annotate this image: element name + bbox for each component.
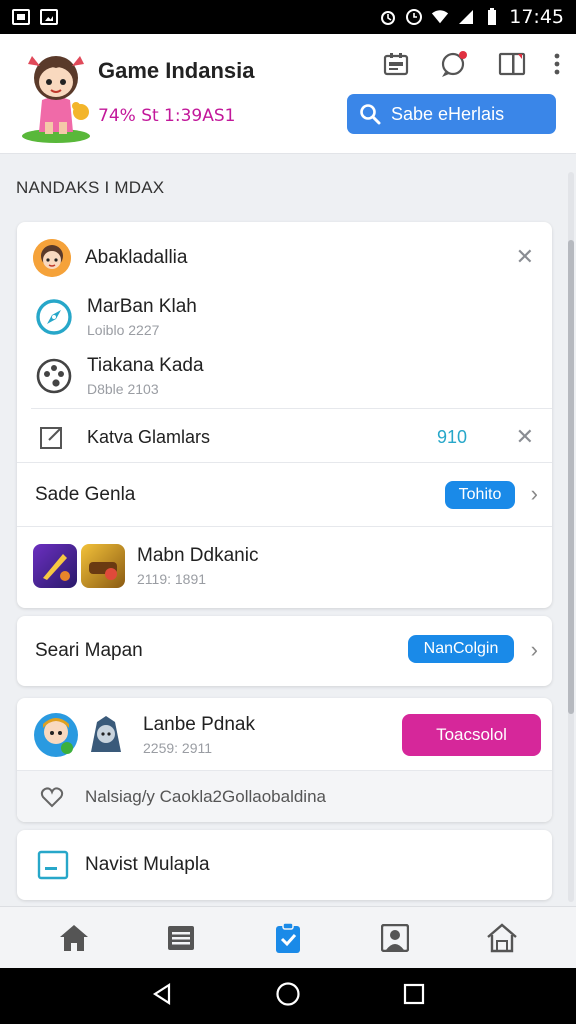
palette-icon: [35, 357, 73, 395]
activity-card: Abakladallia ✕ MarBan Klah Loiblo 2227 T…: [17, 222, 552, 608]
close-icon[interactable]: ✕: [516, 424, 534, 450]
list-item[interactable]: Lanbe Pdnak 2259: 2911 Toacsolol: [17, 706, 552, 764]
bottom-navigation: [0, 906, 576, 968]
close-icon[interactable]: ✕: [516, 244, 534, 270]
alarm-icon: [379, 8, 397, 26]
tablet-icon: [37, 850, 69, 880]
user-avatar: [33, 239, 71, 277]
list-item[interactable]: Katva Glamlars 910 ✕: [17, 412, 552, 462]
scrollbar-thumb[interactable]: [568, 240, 574, 714]
profile-icon[interactable]: [375, 918, 415, 958]
list-item-title: Mabn Ddkanic: [137, 545, 259, 566]
status-badge[interactable]: Tohito: [445, 481, 515, 509]
divider: [31, 408, 552, 409]
calendar-icon[interactable]: [378, 48, 414, 80]
recents-icon[interactable]: [403, 983, 425, 1010]
clock-icon: [405, 8, 423, 26]
navigation-card[interactable]: Navist Mulapla: [17, 830, 552, 900]
game-mascot-avatar[interactable]: [18, 44, 94, 144]
list-icon[interactable]: [161, 918, 201, 958]
footer-text: Nalsiag/y Caokla2Gollaobaldina: [85, 786, 326, 806]
player-avatar: [33, 712, 79, 758]
list-item[interactable]: Tiakana Kada D8ble 2103: [17, 350, 552, 402]
list-item-title: MarBan Klah: [87, 296, 197, 317]
list-item[interactable]: MarBan Klah Loiblo 2227: [17, 292, 552, 342]
list-item-title: Lanbe Pdnak: [143, 714, 255, 735]
status-badge[interactable]: NanColgin: [408, 635, 514, 663]
divider: [17, 526, 552, 527]
section-title: NANDAKS I MDAX: [16, 178, 165, 197]
chevron-right-icon[interactable]: ›: [531, 637, 538, 663]
card-title: Seari Mapan: [35, 640, 143, 661]
back-icon[interactable]: [151, 982, 173, 1010]
card-title: Navist Mulapla: [85, 854, 210, 875]
battery-icon: [483, 8, 501, 26]
search-icon: [360, 104, 381, 125]
list-item-title: Abakladallia: [85, 247, 188, 268]
app-header: Game Indansia 74% St 1:39AS1 Sabe eHerla…: [0, 34, 576, 154]
search-button-label: Sabe eHerlais: [391, 103, 505, 124]
game-thumbnail-icon: [33, 544, 77, 588]
status-time: 17:45: [509, 6, 564, 28]
player-avatar: [83, 712, 129, 758]
list-item[interactable]: Abakladallia ✕: [17, 234, 552, 282]
divider: [17, 462, 552, 463]
compass-icon: [35, 298, 73, 336]
list-item-subtitle: 2259: 2911: [143, 740, 213, 756]
map-card[interactable]: Seari Mapan NanColgin ›: [17, 616, 552, 686]
list-item-title: Katva Glamlars: [87, 426, 211, 447]
chevron-right-icon[interactable]: ›: [531, 481, 538, 507]
list-item-subtitle: 2119: 1891: [137, 571, 207, 587]
game-title: Game Indansia: [98, 58, 255, 83]
house-outline-icon[interactable]: [482, 918, 522, 958]
book-icon[interactable]: [494, 48, 530, 80]
gallery-notification-icon: [40, 9, 58, 25]
clipboard-check-icon[interactable]: [268, 918, 308, 958]
list-item-subtitle: D8ble 2103: [87, 381, 159, 397]
game-thumbnail-icon: [81, 544, 125, 588]
system-navigation-bar: [0, 968, 576, 1024]
list-item-subtitle: Loiblo 2227: [87, 322, 160, 338]
list-item-title: Tiakana Kada: [87, 355, 204, 376]
search-button[interactable]: Sabe eHerlais: [347, 94, 556, 134]
wifi-icon: [431, 8, 449, 26]
more-options-icon[interactable]: [552, 48, 562, 80]
player-card-footer[interactable]: Nalsiag/y Caokla2Gollaobaldina: [17, 770, 552, 822]
action-button[interactable]: Toacsolol: [402, 714, 541, 756]
notification-icon: [12, 9, 30, 25]
chat-notification-icon[interactable]: [436, 48, 472, 80]
status-bar: 17:45: [0, 0, 576, 34]
home-icon[interactable]: [54, 918, 94, 958]
player-card: Lanbe Pdnak 2259: 2911 Toacsolol Nalsiag…: [17, 698, 552, 822]
edit-icon: [39, 424, 65, 450]
list-item[interactable]: Mabn Ddkanic 2119: 1891: [17, 536, 552, 596]
signal-icon: [457, 8, 475, 26]
heart-icon: [39, 784, 65, 810]
list-item[interactable]: Sade Genla Tohito ›: [17, 466, 552, 524]
list-item-value: 910: [437, 426, 468, 447]
home-circle-icon[interactable]: [275, 981, 301, 1012]
list-item-title: Sade Genla: [35, 484, 136, 505]
game-subtitle: 74% St 1:39AS1: [98, 106, 236, 126]
